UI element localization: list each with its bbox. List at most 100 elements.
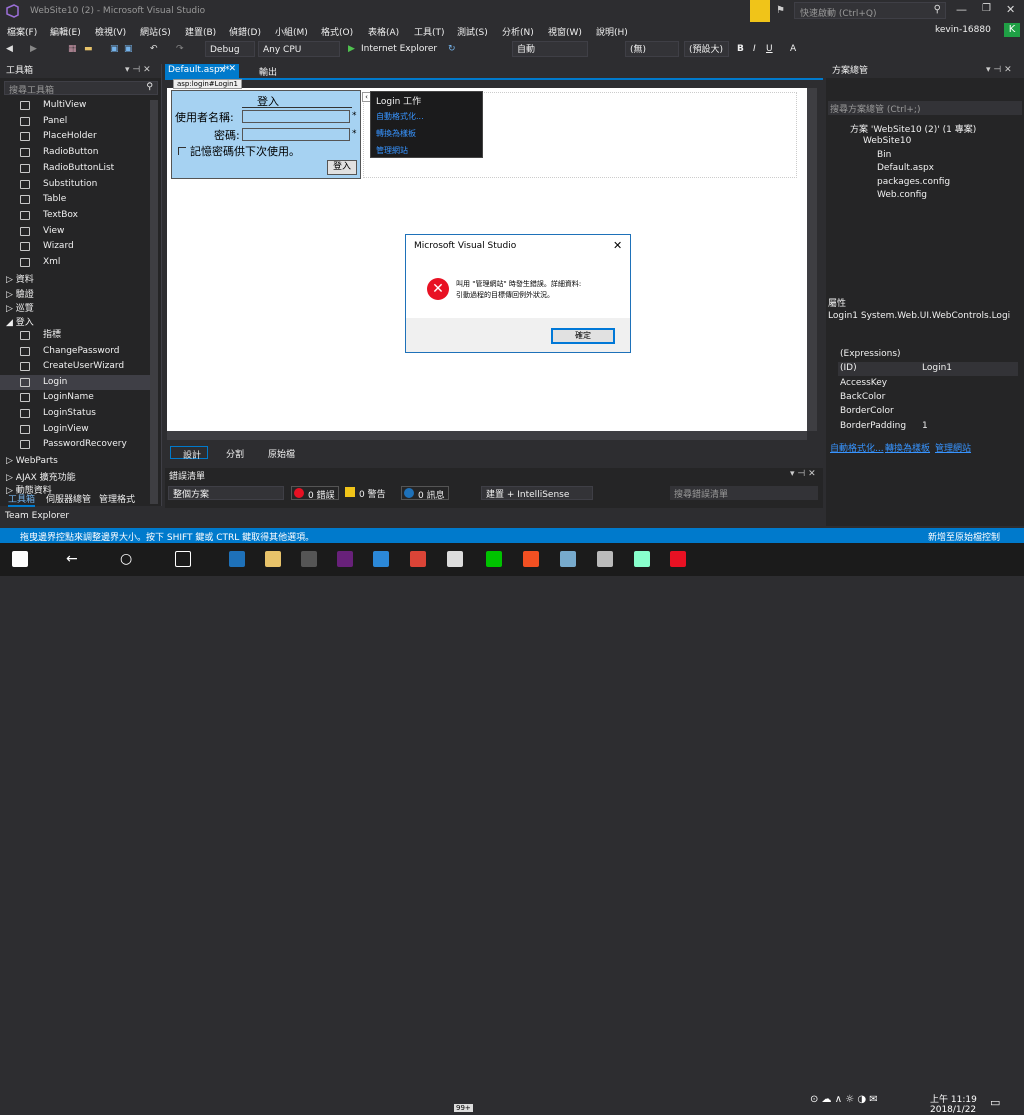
task-autoformat[interactable]: 自動格式化...	[376, 111, 424, 122]
style-target-dropdown[interactable]: (無)	[625, 41, 679, 57]
solution-item-webconfig[interactable]: Web.config	[877, 190, 927, 200]
toolbox-login-item[interactable]: ChangePassword	[0, 344, 150, 359]
note-icon[interactable]	[670, 551, 686, 567]
toolbox-scrollbar[interactable]	[150, 100, 158, 504]
toolbox-group[interactable]: ▷ 巡覽	[6, 301, 34, 314]
solution-root[interactable]: 方案 'WebSite10 (2)' (1 專案)	[850, 122, 976, 135]
folder-icon[interactable]	[597, 551, 613, 567]
chrome-icon[interactable]	[410, 551, 426, 567]
dialog-ok-button[interactable]: 確定	[551, 328, 615, 344]
warnings-filter-button[interactable]: 0 警告	[343, 486, 395, 500]
tray-icons[interactable]: ⊙ ☁ ∧ ☼ ◑ ✉	[810, 1094, 878, 1105]
menu-item[interactable]: 檢視(V)	[95, 25, 126, 38]
solution-search[interactable]: 搜尋方案總管 (Ctrl+;)	[828, 101, 1022, 115]
back-icon[interactable]: ◀	[6, 41, 13, 57]
toolbox-group[interactable]: ▷ 驗證	[6, 287, 34, 300]
line-icon[interactable]	[486, 551, 502, 567]
redo-icon[interactable]: ↷	[176, 41, 184, 57]
prop-link-autoformat[interactable]: 自動格式化...	[830, 441, 884, 454]
toolbox-item[interactable]: RadioButtonList	[0, 161, 150, 176]
bold-icon[interactable]: B	[737, 41, 744, 57]
toolbox-item[interactable]: RadioButton	[0, 145, 150, 160]
property-row[interactable]: (Expressions)	[838, 348, 1018, 362]
menu-item[interactable]: 表格(A)	[368, 25, 399, 38]
properties-object-dropdown[interactable]: Login1 System.Web.UI.WebControls.Logi	[828, 311, 1022, 325]
save-icon[interactable]: ▣	[110, 41, 119, 57]
search-icon[interactable]: ○	[120, 551, 136, 567]
font-color-icon[interactable]: A	[790, 41, 796, 57]
solution-item-default[interactable]: Default.aspx	[877, 163, 934, 173]
pin-icon[interactable]: ▾ ⊣ ✕	[125, 65, 151, 75]
toolbox-item[interactable]: TextBox	[0, 208, 150, 223]
toolbox-login-item[interactable]: LoginName	[0, 390, 150, 405]
new-project-icon[interactable]: ▦	[68, 41, 77, 57]
menu-item[interactable]: 偵錯(D)	[229, 25, 261, 38]
platform-dropdown[interactable]: Any CPU	[258, 41, 340, 57]
toolbox-search[interactable]: 搜尋工具箱 ⚲	[4, 81, 158, 96]
menu-item[interactable]: 網站(S)	[140, 25, 171, 38]
clock-date[interactable]: 2018/1/22	[930, 1105, 976, 1115]
toolbox-login-item[interactable]: LoginView	[0, 422, 150, 437]
editor-hscrollbar[interactable]	[167, 431, 807, 440]
refresh-icon[interactable]: ↻	[448, 41, 456, 57]
underline-icon[interactable]: U	[766, 41, 773, 57]
solution-item-packages[interactable]: packages.config	[877, 177, 950, 187]
toolbox-item[interactable]: Wizard	[0, 239, 150, 254]
view-tab-source[interactable]: 原始檔	[268, 447, 295, 460]
tab-default-aspx[interactable]: Default.aspx* ⊣ ✕	[165, 64, 239, 78]
toolbox-login-item[interactable]: CreateUserWizard	[0, 359, 150, 374]
view-tab-design[interactable]: 設計	[170, 446, 208, 461]
save-all-icon[interactable]: ▣	[124, 41, 133, 57]
password-input[interactable]	[242, 128, 350, 141]
store-icon[interactable]	[301, 551, 317, 567]
messages-filter-button[interactable]: 0 訊息	[401, 486, 449, 501]
close-button[interactable]: ✕	[1006, 3, 1015, 16]
config-dropdown[interactable]: Debug	[205, 41, 255, 57]
back-arrow-icon[interactable]: ←	[66, 551, 82, 567]
solution-item-bin[interactable]: Bin	[877, 150, 891, 160]
menu-item[interactable]: 檔案(F)	[7, 25, 37, 38]
property-row[interactable]: (ID) Login1	[838, 362, 1018, 377]
build-dropdown[interactable]: 建置 + IntelliSense	[481, 486, 593, 500]
toolbox-group[interactable]: ▷ WebParts	[6, 456, 58, 466]
username-input[interactable]	[242, 110, 350, 123]
avatar[interactable]: K	[1004, 23, 1020, 37]
style-pick-dropdown[interactable]: (預設大)	[684, 41, 729, 57]
prop-link-convert[interactable]: 轉換為樣板	[885, 441, 930, 454]
visual-studio-icon[interactable]	[337, 551, 353, 567]
scope-dropdown[interactable]: 整個方案	[168, 486, 284, 500]
notification-flag-icon[interactable]: ⚑	[776, 5, 785, 16]
filter-icon[interactable]	[750, 0, 770, 22]
browser-dropdown[interactable]: Internet Explorer	[361, 41, 437, 57]
property-row[interactable]: BorderPadding 1	[838, 420, 1018, 434]
remember-checkbox[interactable]	[178, 147, 186, 155]
source-control-button[interactable]: 新增至原始檔控制	[928, 530, 1000, 543]
toolbox-item[interactable]: Table	[0, 192, 150, 207]
app-icon[interactable]	[560, 551, 576, 567]
toolbox-item[interactable]: PlaceHolder	[0, 129, 150, 144]
italic-icon[interactable]: I	[753, 41, 756, 57]
error-list-controls[interactable]: ▾ ⊣ ✕	[790, 469, 816, 479]
restore-button[interactable]: ❐	[982, 3, 991, 14]
close-icon[interactable]: ⊣ ✕	[218, 64, 236, 74]
team-explorer-tab[interactable]: Team Explorer	[5, 511, 69, 521]
quick-launch-input[interactable]: 快速啟動 (Ctrl+Q) ⚲	[794, 2, 946, 19]
solution-controls[interactable]: ▾ ⊣ ✕	[986, 65, 1012, 75]
toolbox-group-login[interactable]: ◢ 登入	[6, 315, 34, 328]
dialog-close-button[interactable]: ✕	[613, 239, 622, 252]
toolbox-login-item[interactable]: PasswordRecovery	[0, 437, 150, 452]
toolbox-group[interactable]: ▷ AJAX 擴充功能	[6, 470, 76, 483]
mode-dropdown[interactable]: 自動	[512, 41, 588, 57]
toolbox-bottom-tab-3[interactable]: 管理格式	[99, 492, 135, 505]
toolbox-item[interactable]: Xml	[0, 255, 150, 270]
explorer-icon[interactable]	[265, 551, 281, 567]
toolbox-login-item[interactable]: 指標	[0, 328, 150, 343]
start-icon[interactable]: ▶	[348, 41, 355, 57]
task-convert-template[interactable]: 轉換為樣板	[376, 128, 416, 139]
task-view-icon[interactable]	[175, 551, 191, 567]
toolbox-bottom-tab-1[interactable]: 工具箱	[8, 492, 36, 507]
menu-item[interactable]: 測試(S)	[457, 25, 488, 38]
property-row[interactable]: AccessKey	[838, 377, 1018, 391]
error-search[interactable]: 搜尋錯誤清單	[670, 486, 818, 500]
toolbox-bottom-tab-2[interactable]: 伺服器總管	[46, 492, 91, 505]
